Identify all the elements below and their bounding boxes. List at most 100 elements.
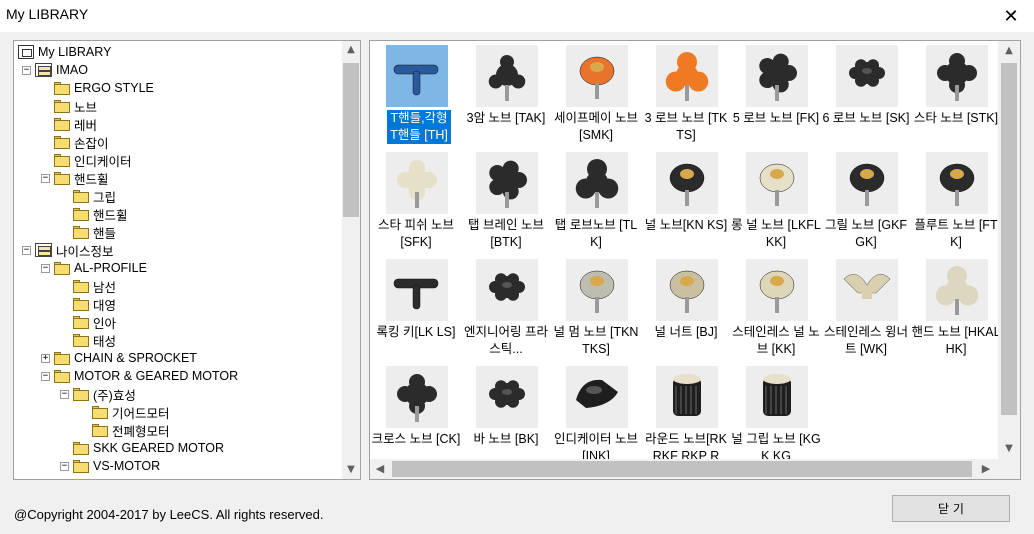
- copyright-text: @Copyright 2004-2017 by LeeCS. All right…: [14, 507, 324, 522]
- tree-item-label: ERGO STYLE: [74, 81, 154, 95]
- tree-item[interactable]: 인디케이터: [41, 151, 132, 169]
- tree-item[interactable]: 그립: [60, 187, 116, 205]
- library-item[interactable]: 그릴 노브 [GKFGK]: [821, 148, 911, 254]
- close-dialog-button[interactable]: 닫 기: [892, 495, 1010, 522]
- tree-item[interactable]: − AL-PROFILE: [41, 259, 147, 277]
- item-label: 엔지니어링 프라스틱...: [464, 325, 548, 356]
- library-item[interactable]: 핸드 노브 [HKALHK]: [911, 255, 998, 361]
- tree-item-label: 핸들: [93, 226, 117, 241]
- library-item[interactable]: 라운드 노브[RKRKF RKP R: [641, 362, 731, 459]
- item-thumbnail: [836, 152, 898, 214]
- library-tree[interactable]: My LIBRARY − IMAO ERGO STYLE 노브 레버 손잡이 인디케이터 − 핸드…: [13, 40, 361, 480]
- tree-item-label: 손잡이: [74, 136, 109, 151]
- library-item[interactable]: 널 그립 노브 [KGK KG: [731, 362, 821, 459]
- library-item[interactable]: 널 노브[KN KS]: [641, 148, 731, 254]
- product-image-icon: [673, 374, 701, 416]
- grid-vertical-scrollbar[interactable]: ▲ ▼: [998, 41, 1020, 459]
- library-item[interactable]: 스테인레스 널 노브 [KK]: [731, 255, 821, 361]
- collapse-icon[interactable]: −: [60, 389, 69, 399]
- library-item[interactable]: 6 로브 노브 [SK]: [821, 41, 911, 147]
- item-label: 탭 브레인 노브 [BTK]: [468, 218, 544, 249]
- item-label: 스타 피쉬 노브 [SFK]: [378, 218, 454, 249]
- library-item[interactable]: 스타 노브 [STK]: [911, 41, 998, 147]
- tree-item-label: VS-MOTOR: [93, 459, 161, 473]
- tree-item[interactable]: 인아: [60, 313, 116, 331]
- cabinet-icon: [35, 243, 52, 257]
- item-label: 널 노브[KN KS]: [644, 218, 728, 232]
- tree-scroll-thumb[interactable]: [343, 63, 359, 217]
- item-thumbnail: [656, 366, 718, 428]
- library-item[interactable]: 널 너트 [BJ]: [641, 255, 731, 361]
- tree-item[interactable]: + CHAIN & SPROCKET: [41, 349, 197, 367]
- tree-item[interactable]: 기어드모터: [79, 403, 170, 421]
- library-item[interactable]: 널 멈 노브 [TKNTKS]: [551, 255, 641, 361]
- folder-icon: [73, 441, 89, 455]
- library-item[interactable]: 탭 로브노브 [TLK]: [551, 148, 641, 254]
- tree-item[interactable]: − (주)효성: [60, 385, 136, 403]
- collapse-icon[interactable]: −: [41, 263, 50, 273]
- library-item[interactable]: 바 노브 [BK]: [461, 362, 551, 459]
- library-item[interactable]: 록킹 키[LK LS]: [371, 255, 461, 361]
- tree-item[interactable]: 태성: [60, 331, 116, 349]
- scroll-right-arrow-icon[interactable]: ▶: [976, 459, 996, 479]
- tree-item[interactable]: ERGO STYLE: [41, 79, 154, 97]
- tree-item-label: AL-PROFILE: [74, 261, 147, 275]
- folder-icon: [54, 117, 70, 131]
- tree-item[interactable]: − 나이스정보: [22, 241, 114, 259]
- library-item[interactable]: 롱 널 노브 [LKFLKK]: [731, 148, 821, 254]
- tree-item[interactable]: 전폐형모터: [79, 421, 170, 439]
- library-item[interactable]: 스타 피쉬 노브 [SFK]: [371, 148, 461, 254]
- product-image-icon: [488, 55, 526, 101]
- item-thumbnail: [656, 259, 718, 321]
- tree-item[interactable]: My LIBRARY: [18, 43, 111, 61]
- library-item[interactable]: 5 로브 노브 [FK]: [731, 41, 821, 147]
- grid-scroll-up-icon[interactable]: ▲: [998, 41, 1020, 61]
- cabinet-icon: [35, 63, 52, 77]
- tree-item[interactable]: 노브: [41, 97, 97, 115]
- tree-item-label: 인아: [93, 316, 117, 331]
- library-item[interactable]: 엔지니어링 프라스틱...: [461, 255, 551, 361]
- collapse-icon[interactable]: −: [60, 461, 69, 471]
- window-close-button[interactable]: ✕: [988, 0, 1034, 32]
- item-thumbnail: [476, 45, 538, 107]
- tree-item[interactable]: − MOTOR & GEARED MOTOR: [41, 367, 238, 385]
- library-item[interactable]: 3 로브 노브 [TKTS]: [641, 41, 731, 147]
- library-item[interactable]: 인디케이터 노브 [INK]: [551, 362, 641, 459]
- item-label: 세이프메이 노브 [SMK]: [554, 111, 638, 142]
- tree-vertical-scrollbar[interactable]: ▲ ▼: [342, 41, 360, 479]
- item-grid-panel: T핸들,각형 T핸들 [TH] 3암 노브 [TAK] 세이프메이 노브 [SMK]…: [369, 40, 1021, 480]
- collapse-icon[interactable]: −: [41, 173, 50, 183]
- grid-scroll-down-icon[interactable]: ▼: [998, 439, 1020, 459]
- tree-item[interactable]: 남선: [60, 277, 116, 295]
- item-label: 롱 널 노브 [LKFLKK]: [731, 218, 821, 249]
- collapse-icon[interactable]: −: [41, 371, 50, 381]
- grid-hscroll-thumb[interactable]: [392, 461, 972, 477]
- folder-icon: [54, 153, 70, 167]
- grid-horizontal-scrollbar[interactable]: ◀ ▶: [370, 459, 998, 479]
- tree-item[interactable]: 레버: [41, 115, 97, 133]
- collapse-icon[interactable]: −: [22, 65, 31, 75]
- tree-item[interactable]: 핸드휠: [60, 205, 128, 223]
- tree-item[interactable]: 대영: [60, 295, 116, 313]
- tree-item[interactable]: SKK GEARED MOTOR: [60, 439, 224, 457]
- library-item[interactable]: 3암 노브 [TAK]: [461, 41, 551, 147]
- library-item[interactable]: 탭 브레인 노브 [BTK]: [461, 148, 551, 254]
- grid-vscroll-thumb[interactable]: [1001, 63, 1017, 415]
- scroll-down-arrow-icon[interactable]: ▼: [342, 461, 360, 479]
- library-item[interactable]: 플루트 노브 [FTK]: [911, 148, 998, 254]
- library-item[interactable]: 크로스 노브 [CK]: [371, 362, 461, 459]
- library-item[interactable]: T핸들,각형 T핸들 [TH]: [371, 41, 461, 147]
- scroll-left-arrow-icon[interactable]: ◀: [370, 459, 390, 479]
- tree-item[interactable]: 손잡이: [41, 133, 109, 151]
- tree-item[interactable]: 핸들: [60, 223, 116, 241]
- expand-icon[interactable]: +: [41, 353, 50, 363]
- item-thumbnail: [836, 259, 898, 321]
- library-item[interactable]: 세이프메이 노브 [SMK]: [551, 41, 641, 147]
- tree-item-label: MOTOR & GEARED MOTOR: [74, 369, 239, 383]
- collapse-icon[interactable]: −: [22, 245, 31, 255]
- tree-item[interactable]: − VS-MOTOR: [60, 457, 160, 475]
- tree-item[interactable]: − IMAO: [22, 61, 88, 79]
- scroll-up-arrow-icon[interactable]: ▲: [342, 41, 360, 59]
- tree-item[interactable]: − 핸드휠: [41, 169, 109, 187]
- library-item[interactable]: 스테인레스 윙너트 [WK]: [821, 255, 911, 361]
